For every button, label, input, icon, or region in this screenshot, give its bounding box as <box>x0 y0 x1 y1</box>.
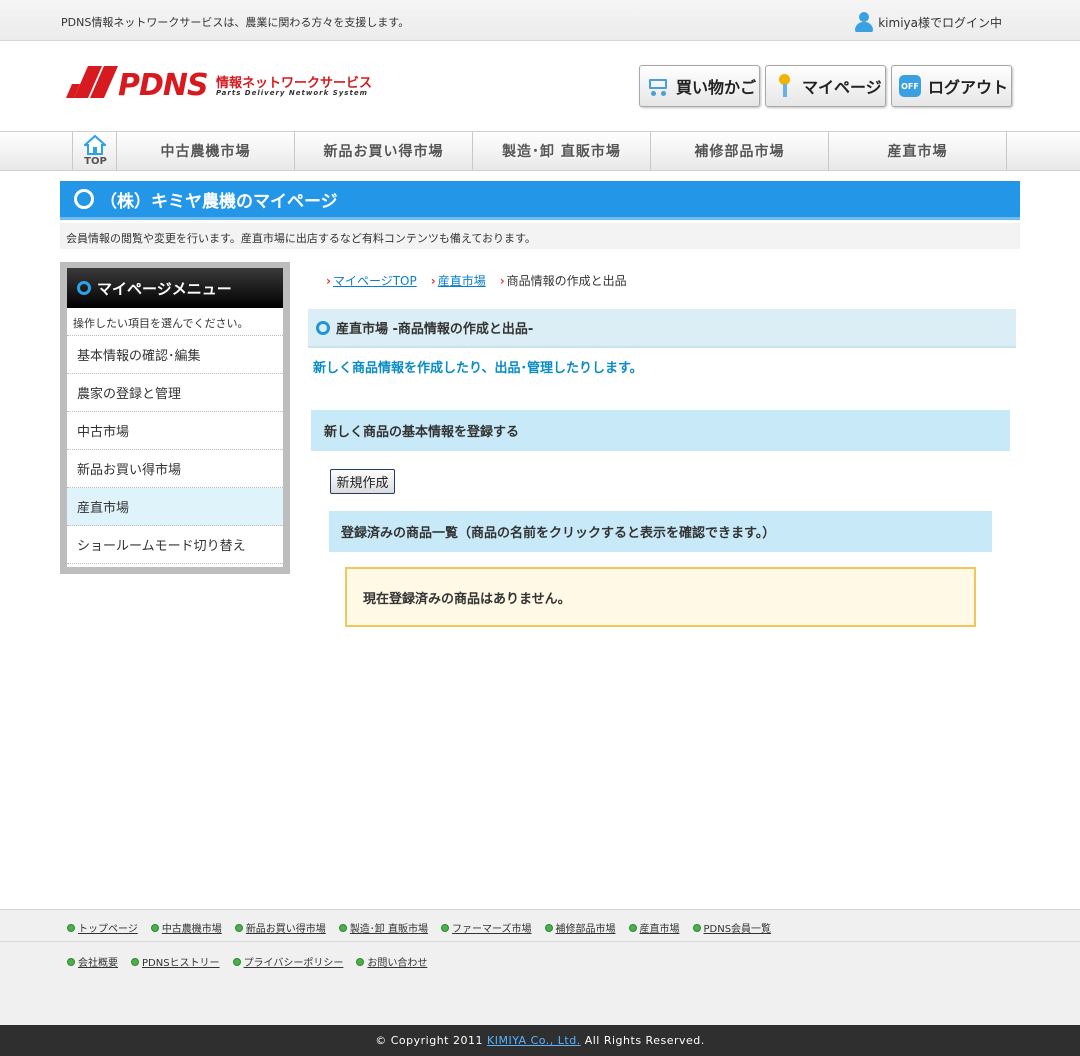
bullet-icon <box>544 923 553 932</box>
cart-icon <box>646 76 670 96</box>
site-tagline: PDNS情報ネットワークサービスは、農業に関わる方々を支援します。 <box>61 16 410 29</box>
bullet-icon <box>150 923 159 932</box>
chevron-right-icon: › <box>430 273 436 288</box>
section-title-bar: 産直市場 -商品情報の作成と出品- <box>308 309 1016 348</box>
power-off-icon: OFF <box>899 75 921 97</box>
sidebar-item-basic-info[interactable]: 基本情報の確認･編集 <box>67 336 283 374</box>
breadcrumb: › マイページTOP › 産直市場 › 商品情報の作成と出品 <box>326 272 641 289</box>
mypage-button-label: マイページ <box>802 78 882 97</box>
login-status-text: kimiya様でログイン中 <box>878 15 1002 30</box>
sidebar-header: マイページメニュー <box>67 268 283 308</box>
chevron-right-icon: › <box>326 273 331 288</box>
copyright-suffix: All Rights Reserved. <box>584 1034 705 1047</box>
sidebar-note: 操作したい項目を選んでください。 <box>67 308 283 336</box>
bullet-icon <box>234 923 243 932</box>
footer-link-company[interactable]: 会社概要 <box>78 954 118 969</box>
sidebar-item-showroom-mode[interactable]: ショールームモード切り替え <box>67 526 283 564</box>
logo-en-name: Parts Delivery Network System <box>216 89 368 97</box>
footer-divider <box>0 941 1080 942</box>
cart-button-label: 買い物かご <box>676 78 757 97</box>
cart-button[interactable]: 買い物かご <box>639 65 760 107</box>
sidebar-item-used-market[interactable]: 中古市場 <box>67 412 283 450</box>
section-lead: 新しく商品情報を作成したり、出品･管理したりします。 <box>313 361 643 376</box>
bullet-icon <box>692 923 701 932</box>
sidebar-item-farm-direct[interactable]: 産直市場 <box>67 488 283 526</box>
logout-button[interactable]: OFF ログアウト <box>891 65 1012 107</box>
page-description: 会員情報の閲覧や変更を行います。産直市場に出店するなど有料コンテンツも備えており… <box>60 223 1020 249</box>
breadcrumb-farm-direct[interactable]: 産直市場 <box>438 272 486 289</box>
company-link[interactable]: KIMIYA Co., Ltd. <box>487 1034 581 1047</box>
copyright-bar: © Copyright 2011 KIMIYA Co., Ltd. All Ri… <box>0 1025 1080 1056</box>
bullet-icon <box>67 957 75 966</box>
bullet-icon <box>356 957 365 966</box>
mypage-button[interactable]: マイページ <box>765 65 886 107</box>
bullet-icon <box>67 923 75 932</box>
chevron-right-icon: › <box>499 273 505 288</box>
footer-nav: トップページ 中古農機市場 新品お買い得市場 製造･卸 直販市場 ファーマーズ市… <box>0 909 1080 1025</box>
login-status: kimiya様でログイン中 <box>854 12 1002 32</box>
footer-link-new-bargain[interactable]: 新品お買い得市場 <box>246 920 326 935</box>
register-heading: 新しく商品の基本情報を登録する <box>311 410 1010 451</box>
empty-list-notice: 現在登録済みの商品はありません。 <box>345 567 976 627</box>
footer-link-direct-sales[interactable]: 製造･卸 直販市場 <box>350 920 428 935</box>
bullet-icon <box>131 957 139 966</box>
user-icon <box>854 12 874 32</box>
bullet-icon <box>338 923 347 932</box>
nav-new-bargain[interactable]: 新品お買い得市場 <box>295 132 473 170</box>
product-list-heading: 登録済みの商品一覧（商品の名前をクリックすると表示を確認できます。） <box>329 511 992 552</box>
nav-used-machinery[interactable]: 中古農機市場 <box>117 132 295 170</box>
nav-repair-parts[interactable]: 補修部品市場 <box>651 132 829 170</box>
nav-direct-sales[interactable]: 製造･卸 直販市場 <box>473 132 651 170</box>
footer-link-privacy[interactable]: プライバシーポリシー <box>244 954 344 969</box>
copyright-prefix: © Copyright 2011 <box>375 1034 483 1047</box>
sidebar-item-new-bargain[interactable]: 新品お買い得市場 <box>67 450 283 488</box>
footer-link-farm-direct[interactable]: 産直市場 <box>640 920 680 935</box>
footer-link-repair-parts[interactable]: 補修部品市場 <box>556 920 616 935</box>
mypage-sidebar: マイページメニュー 操作したい項目を選んでください。 基本情報の確認･編集 農家… <box>60 262 290 574</box>
logout-button-label: ログアウト <box>928 78 1009 97</box>
footer-link-members[interactable]: PDNS会員一覧 <box>704 920 772 935</box>
nav-farm-direct[interactable]: 産直市場 <box>829 132 1007 170</box>
bullet-icon <box>441 923 449 932</box>
header: PDNS 情報ネットワークサービス Parts Delivery Network… <box>0 42 1080 131</box>
circle-icon <box>316 320 330 335</box>
sidebar-item-farmers[interactable]: 農家の登録と管理 <box>67 374 283 412</box>
page-title-bar: （株）キミヤ農機のマイページ <box>60 181 1020 220</box>
footer-link-history[interactable]: PDNSヒストリー <box>142 954 220 969</box>
logo-mark-icon <box>66 66 118 98</box>
breadcrumb-mypage-top[interactable]: マイページTOP <box>333 272 417 289</box>
top-bar: PDNS情報ネットワークサービスは、農業に関わる方々を支援します。 kimiya… <box>0 0 1080 41</box>
logo-brand: PDNS <box>118 68 209 103</box>
footer-link-top[interactable]: トップページ <box>78 920 138 935</box>
site-logo[interactable]: PDNS 情報ネットワークサービス Parts Delivery Network… <box>66 62 372 103</box>
home-icon <box>84 135 106 155</box>
new-product-button[interactable]: 新規作成 <box>330 469 395 494</box>
footer-link-farmers-market[interactable]: ファーマーズ市場 <box>452 920 532 935</box>
circle-icon <box>77 281 91 295</box>
section-title: 産直市場 -商品情報の作成と出品- <box>336 322 534 337</box>
footer-link-used-machinery[interactable]: 中古農機市場 <box>162 920 222 935</box>
global-nav: TOP 中古農機市場 新品お買い得市場 製造･卸 直販市場 補修部品市場 産直市… <box>0 131 1080 171</box>
breadcrumb-current: 商品情報の作成と出品 <box>506 274 627 288</box>
bullet-icon <box>232 957 241 966</box>
nav-top-label: TOP <box>84 156 107 167</box>
footer-link-contact[interactable]: お問い合わせ <box>367 954 427 969</box>
sidebar-title: マイページメニュー <box>97 279 232 298</box>
circle-icon <box>74 189 94 209</box>
key-icon <box>777 74 791 98</box>
page-title: （株）キミヤ農機のマイページ <box>100 191 338 212</box>
bullet-icon <box>628 923 637 932</box>
nav-top[interactable]: TOP <box>72 132 117 170</box>
